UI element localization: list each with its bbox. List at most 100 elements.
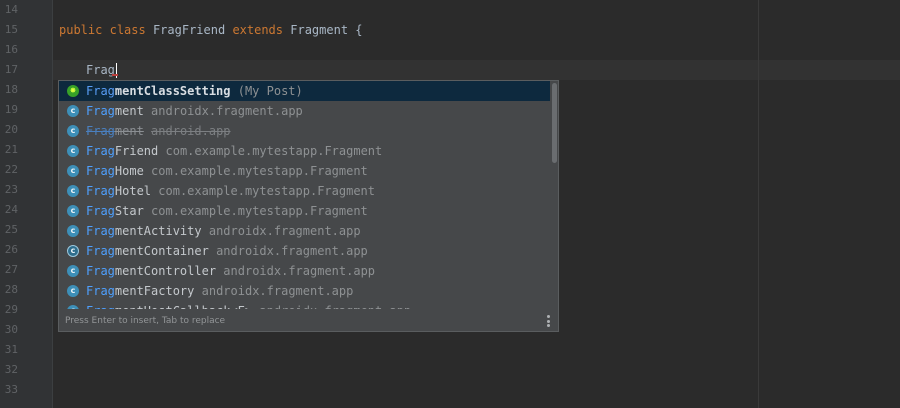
line-number: 31 — [4, 343, 18, 356]
class-icon: c — [67, 125, 79, 137]
match-text: Frag — [86, 204, 115, 218]
code-completion-popup[interactable]: ✸ FragmentClassSetting (My Post) c Fragment… — [58, 80, 559, 332]
completion-name-rest: mentHostCallback<E> — [115, 304, 252, 309]
open-brace: { — [355, 23, 363, 37]
completion-name-rest: mentActivity — [114, 224, 202, 238]
completion-package: com.example.mytestapp.Fragment — [158, 184, 376, 198]
completion-package: androidx.fragment.app — [216, 244, 368, 258]
class-icon: c — [67, 165, 79, 177]
line-number: 21 — [4, 143, 18, 156]
completion-package: androidx.fragment.app — [201, 284, 354, 298]
match-text: Frag — [86, 264, 115, 278]
line-number: 33 — [4, 383, 18, 396]
completion-item[interactable]: c FragmentContainer androidx.fragment.app — [59, 241, 552, 261]
completion-package: androidx.fragment.app — [151, 104, 303, 118]
match-text: Frag — [86, 84, 115, 98]
class-icon: c — [67, 205, 79, 217]
error-underline — [112, 74, 118, 76]
completion-item-text: FragmentClassSetting (My Post) — [86, 81, 303, 101]
class-icon: c — [67, 265, 79, 277]
completion-item[interactable]: c FragHotel com.example.mytestapp.Fragmen… — [59, 181, 552, 201]
completion-item[interactable]: c FragFriend com.example.mytestapp.Fragme… — [59, 141, 552, 161]
line-number: 18 — [4, 83, 18, 96]
completion-item-text: FragFriend com.example.mytestapp.Fragmen… — [86, 141, 382, 161]
completion-footer: Press Enter to insert, Tab to replace — [59, 311, 558, 331]
completion-item-text: FragmentActivity androidx.fragment.app — [86, 221, 361, 241]
line-number: 26 — [4, 243, 18, 256]
line-number: 14 — [4, 3, 18, 16]
line-number: 17 — [4, 63, 18, 76]
completion-item-text: Fragment androidx.fragment.app — [86, 101, 303, 121]
scrollbar-thumb[interactable] — [552, 83, 557, 163]
completion-item-text: FragmentHostCallback<E> androidx.fragmen… — [86, 301, 411, 309]
parent-class-name: Fragment — [290, 23, 349, 37]
match-text: Frag — [86, 144, 115, 158]
completion-item-text: FragmentFactory androidx.fragment.app — [86, 281, 353, 301]
right-margin-guide — [758, 0, 759, 408]
line-number: 25 — [4, 223, 18, 236]
match-text: Frag — [86, 124, 115, 138]
line-number: 20 — [4, 123, 18, 136]
completion-item-text: FragmentContainer androidx.fragment.app — [86, 241, 368, 261]
abstract-class-icon: c — [67, 245, 79, 257]
line-number: 29 — [4, 303, 18, 316]
completion-item[interactable]: c FragmentController androidx.fragment.ap… — [59, 261, 552, 281]
line-number: 24 — [4, 203, 18, 216]
completion-package: com.example.mytestapp.Fragment — [165, 144, 383, 158]
match-text: Frag — [86, 224, 115, 238]
completion-name-rest: ment — [114, 104, 144, 118]
completion-item-text: FragHotel com.example.mytestapp.Fragment — [86, 181, 375, 201]
completion-package: com.example.mytestapp.Fragment — [151, 204, 368, 218]
keyword-public: public — [59, 23, 103, 37]
line-number: 22 — [4, 163, 18, 176]
completion-item[interactable]: c Fragment android.app — [59, 121, 552, 141]
class-icon: c — [67, 145, 79, 157]
typed-text[interactable]: Frag — [86, 60, 117, 80]
class-icon: c — [67, 225, 79, 237]
line-number: 23 — [4, 183, 18, 196]
footer-hint: Press Enter to insert, Tab to replace — [65, 316, 226, 326]
completion-item-text: FragmentController androidx.fragment.app — [86, 261, 375, 281]
completion-item-text: Fragment android.app — [86, 121, 231, 141]
completion-item[interactable]: ✸ FragmentClassSetting (My Post) — [59, 81, 552, 101]
typed-text-value: Frag — [86, 63, 115, 77]
completion-item-text: FragStar com.example.mytestapp.Fragment — [86, 201, 368, 221]
lightbulb-icon: ✸ — [67, 85, 79, 97]
completion-name-rest: mentContainer — [114, 244, 209, 258]
keyword-extends: extends — [232, 23, 284, 37]
line-number: 28 — [4, 283, 18, 296]
completion-package: androidx.fragment.app — [259, 304, 411, 309]
completion-name-rest: mentController — [114, 264, 217, 278]
completion-item-text: FragHome com.example.mytestapp.Fragment — [86, 161, 368, 181]
match-text: Frag — [86, 184, 115, 198]
completion-name-rest: Star — [114, 204, 144, 218]
completion-item[interactable]: c FragmentActivity androidx.fragment.app — [59, 221, 552, 241]
keyword-class: class — [109, 23, 146, 37]
class-icon: c — [67, 105, 79, 117]
match-text: Frag — [86, 244, 115, 258]
completion-item[interactable]: c Fragment androidx.fragment.app — [59, 101, 552, 121]
line-number: 19 — [4, 103, 18, 116]
completion-item[interactable]: c FragmentFactory androidx.fragment.app — [59, 281, 552, 301]
completion-package: (My Post) — [237, 84, 303, 98]
line-number: 27 — [4, 263, 18, 276]
more-options-icon[interactable] — [547, 315, 550, 327]
line-number: 15 — [4, 23, 18, 36]
match-text: Frag — [86, 104, 115, 118]
class-icon: c — [67, 305, 79, 309]
completion-item[interactable]: c FragmentHostCallback<E> androidx.fragme… — [59, 301, 552, 309]
completion-item[interactable]: c FragStar com.example.mytestapp.Fragment — [59, 201, 552, 221]
class-icon: c — [67, 285, 79, 297]
match-text: Frag — [86, 164, 115, 178]
completion-list[interactable]: ✸ FragmentClassSetting (My Post) c Fragment… — [59, 81, 552, 309]
code-line-15[interactable]: public class FragFriend extends Fragment… — [59, 20, 363, 40]
match-text: Frag — [86, 304, 115, 309]
completion-scrollbar[interactable] — [550, 81, 558, 309]
line-number: 32 — [4, 363, 18, 376]
match-text: Frag — [86, 284, 115, 298]
line-number: 16 — [4, 43, 18, 56]
completion-item[interactable]: c FragHome com.example.mytestapp.Fragment — [59, 161, 552, 181]
current-line-highlight — [53, 60, 900, 80]
completion-package: android.app — [151, 124, 231, 138]
completion-name-rest: Home — [114, 164, 144, 178]
